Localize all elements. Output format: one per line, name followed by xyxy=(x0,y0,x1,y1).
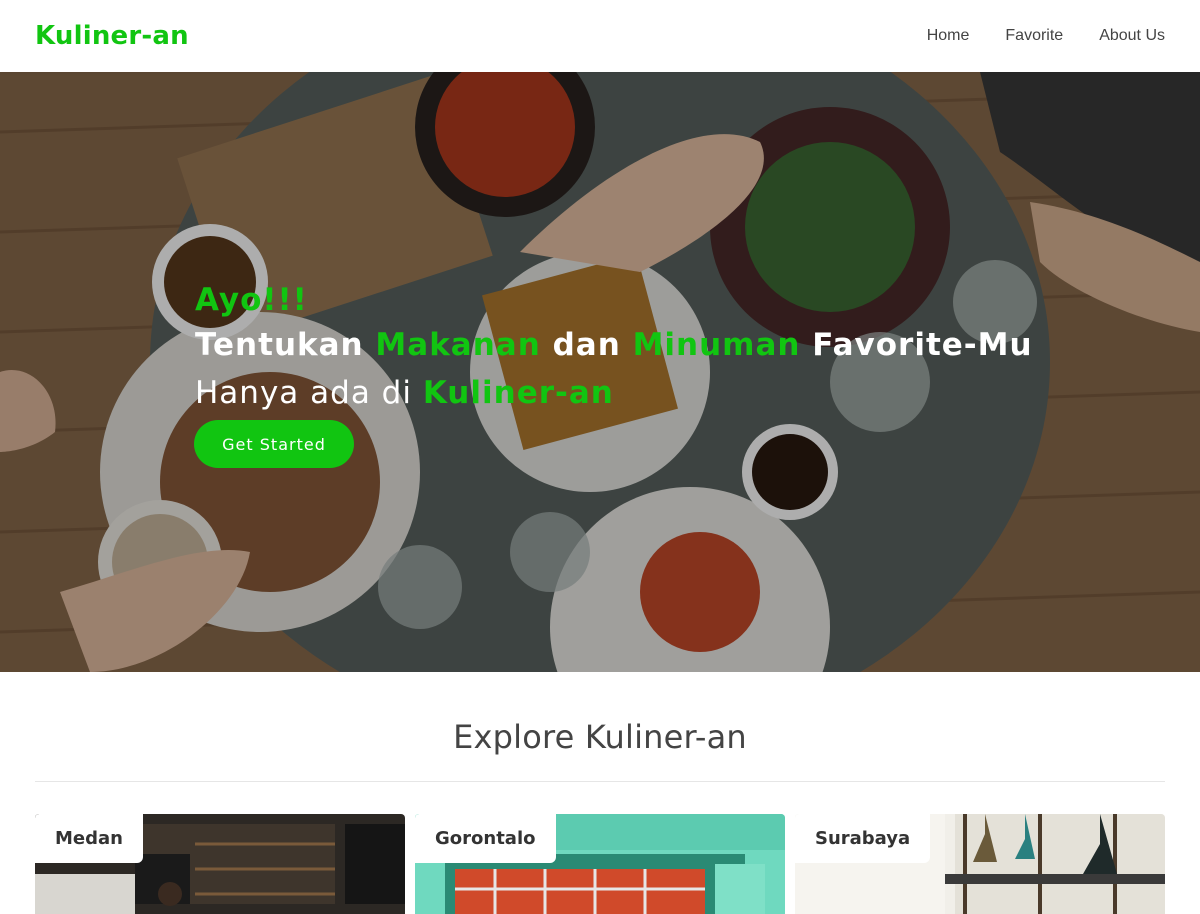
hero-tagline-text-2: dan xyxy=(540,327,633,363)
brand-logo-link[interactable]: Kuliner-an xyxy=(35,21,189,51)
hero-tagline-text-1: Tentukan xyxy=(195,327,376,363)
hero-tagline-food: Makanan xyxy=(375,327,541,363)
city-card-list: Medan Gorontalo Surabaya xyxy=(35,814,1165,914)
hero-tagline-text-3: Favorite-Mu xyxy=(800,327,1033,363)
hero-tagline-drink: Minuman xyxy=(632,327,801,363)
city-card-label: Gorontalo xyxy=(415,814,556,863)
get-started-button[interactable]: Get Started xyxy=(194,420,354,468)
nav-about-link[interactable]: About Us xyxy=(1099,27,1165,45)
city-card-medan[interactable]: Medan xyxy=(35,814,405,914)
city-card-gorontalo[interactable]: Gorontalo xyxy=(415,814,785,914)
nav-home-link[interactable]: Home xyxy=(927,27,970,45)
hero-subtitle-text: Hanya ada di xyxy=(195,375,423,411)
hero-section: Ayo!!! Tentukan Makanan dan Minuman Favo… xyxy=(0,72,1200,672)
nav-favorite-link[interactable]: Favorite xyxy=(1005,27,1063,45)
hero-subtitle: Hanya ada di Kuliner-an xyxy=(195,370,1033,416)
navbar: Kuliner-an Home Favorite About Us xyxy=(0,0,1200,72)
city-card-label: Medan xyxy=(35,814,143,863)
hero-headline: Ayo!!! Tentukan Makanan dan Minuman Favo… xyxy=(195,280,1033,416)
explore-divider xyxy=(35,781,1165,782)
hero-tagline: Tentukan Makanan dan Minuman Favorite-Mu xyxy=(195,320,1033,370)
hero-greeting: Ayo!!! xyxy=(195,282,308,318)
city-card-label: Surabaya xyxy=(795,814,931,863)
hero-subtitle-brand: Kuliner-an xyxy=(422,375,614,411)
city-card-surabaya[interactable]: Surabaya xyxy=(795,814,1165,914)
explore-section-title: Explore Kuliner-an xyxy=(453,718,747,756)
main-nav: Home Favorite About Us xyxy=(927,27,1165,45)
